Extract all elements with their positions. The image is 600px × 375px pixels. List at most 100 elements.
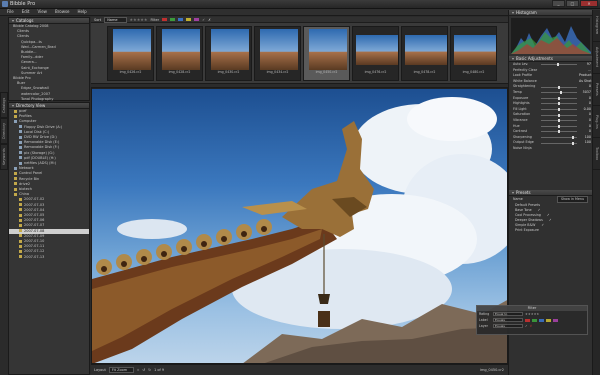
hud-reject-icon[interactable]: ✗ [530,324,533,328]
hud-label-dropdown[interactable]: Equals [493,318,523,322]
collapse-arrow-icon[interactable]: ▾ [12,103,14,109]
slider-handle[interactable] [559,91,562,95]
close-button[interactable]: ✕ [580,0,598,7]
slider-handle[interactable] [558,85,560,89]
basic-adjustments-header[interactable]: ▾ Basic Adjustments [509,56,592,62]
hud-color-red[interactable] [525,318,530,322]
layout-button[interactable]: Layout [94,368,106,372]
adjustment-slider[interactable] [541,81,577,82]
hud-rating-stars[interactable]: ★★★★★ [525,312,539,316]
slider-handle[interactable] [571,136,574,140]
rotate-right-icon[interactable]: ↻ [148,368,151,372]
adjustment-slider[interactable] [541,75,577,76]
tab-catalogs[interactable]: Catalogs [0,92,8,118]
rotate-left-icon[interactable]: ↺ [142,368,145,372]
thumbnail[interactable]: img_0426.cr2 [107,26,154,81]
adjustment-slider[interactable] [541,102,577,106]
catalog-header[interactable]: ▾ Catalogs [9,18,89,24]
directory-item[interactable]: 2007-07-13 [9,255,89,260]
tab-plugins[interactable]: Plug-ins [593,106,600,138]
reject-icon[interactable]: ✗ [208,18,211,22]
tab-directory[interactable]: Directory [0,118,8,144]
crop-icon[interactable]: ⌗ [137,368,139,372]
adjustment-slider[interactable] [541,130,577,134]
checkmark-icon[interactable]: ✓ [538,208,541,212]
adjustment-slider[interactable] [541,124,577,128]
tab-toolbox[interactable]: Toolbox [593,138,600,170]
slider-handle[interactable] [558,108,560,112]
collapse-arrow-icon[interactable]: ▾ [512,190,514,196]
menu-file[interactable]: File [3,9,18,15]
catalog-item-label: Bibble Pro [13,76,31,81]
adjustment-slider[interactable] [541,148,577,149]
hud-color-yellow[interactable] [546,318,551,322]
menu-edit[interactable]: Edit [18,9,34,15]
histogram-title: Histogram [516,10,537,15]
presets-menu-dropdown[interactable]: Show in Menu [557,195,589,204]
thumbnail[interactable]: img_0480.cr2 [450,26,497,81]
thumbnail[interactable]: img_0430.cr2 [205,26,252,81]
slider-handle[interactable] [571,141,574,145]
tab-histogram[interactable]: Histogram [593,10,600,42]
tab-adjustment[interactable]: Adjustment [593,42,600,74]
color-label-yellow[interactable] [186,18,192,21]
adjustment-slider[interactable] [541,63,577,67]
minimize-button[interactable]: _ [552,0,565,7]
adjustment-slider[interactable] [541,113,577,117]
tab-keywords[interactable]: Keywords [0,144,8,170]
hud-color-blue[interactable] [539,318,544,322]
checkmark-icon[interactable]: ✓ [547,213,550,217]
thumbnail[interactable]: img_0428.cr2 [156,26,203,81]
thumbnail[interactable]: img_0478.cr2 [401,26,448,81]
adjustment-slider[interactable] [541,96,577,100]
collapse-arrow-icon[interactable]: ▾ [12,18,14,24]
color-label-purple[interactable] [194,18,200,21]
slider-handle[interactable] [558,113,560,117]
hud-color-green[interactable] [532,318,537,322]
collapse-arrow-icon[interactable]: ▾ [512,56,514,62]
presets-header[interactable]: ▾ Presets [509,189,592,196]
adjustment-slider[interactable] [541,108,577,112]
menu-browse[interactable]: Browse [51,9,74,15]
slider-handle[interactable] [558,130,560,134]
sort-dropdown[interactable]: Name [104,16,127,23]
histogram-header[interactable]: ▾ Histogram [509,10,592,16]
hud-check-icon[interactable]: ✓ [525,324,528,328]
thumbnail[interactable]: img_0434.cr2 [254,26,301,81]
slider-handle[interactable] [558,96,560,100]
checkmark-icon[interactable]: ✓ [541,223,544,227]
thumbnail[interactable]: img_0450.cr2 [303,26,350,81]
color-label-blue[interactable] [178,18,184,21]
adjustment-slider[interactable] [541,70,577,71]
adjustment-slider[interactable] [541,91,577,95]
adjustment-slider[interactable] [541,141,577,145]
thumbnail[interactable]: img_0476.cr2 [352,26,399,81]
directory-header[interactable]: ▾ Directory View [9,103,89,109]
slider-handle[interactable] [558,124,560,128]
slider-handle[interactable] [558,119,560,123]
hud-color-purple[interactable] [553,318,558,322]
color-label-red[interactable] [162,18,168,21]
image-viewer[interactable] [91,87,508,364]
menu-view[interactable]: View [33,9,51,15]
folder-icon [19,229,22,233]
tab-presets[interactable]: Presets [593,74,600,106]
checkmark-icon[interactable]: ✓ [549,218,552,222]
adjustment-slider[interactable] [541,119,577,123]
rating-filter-stars[interactable]: ★★★★★ [130,17,148,22]
collapse-arrow-icon[interactable]: ▾ [512,10,514,16]
filter-hud[interactable]: Filter Rating Equal to ★★★★★ Label Equals L… [476,305,588,335]
maximize-button[interactable]: □ [566,0,579,7]
adjustment-slider[interactable] [541,85,577,89]
adjustment-slider[interactable] [541,136,577,140]
hud-rating-dropdown[interactable]: Equal to [493,312,523,316]
zoom-dropdown[interactable]: Fit Zoom [108,367,135,373]
menu-help[interactable]: Help [74,9,91,15]
check-icon[interactable]: ✓ [202,18,205,22]
adjustment-value[interactable]: 100 [579,140,591,146]
slider-handle[interactable] [558,102,560,106]
hud-layer-dropdown[interactable]: Equals [493,324,523,328]
color-label-green[interactable] [170,18,176,21]
preset-item[interactable]: Print Exposure [509,228,592,233]
slider-handle[interactable] [557,63,560,67]
